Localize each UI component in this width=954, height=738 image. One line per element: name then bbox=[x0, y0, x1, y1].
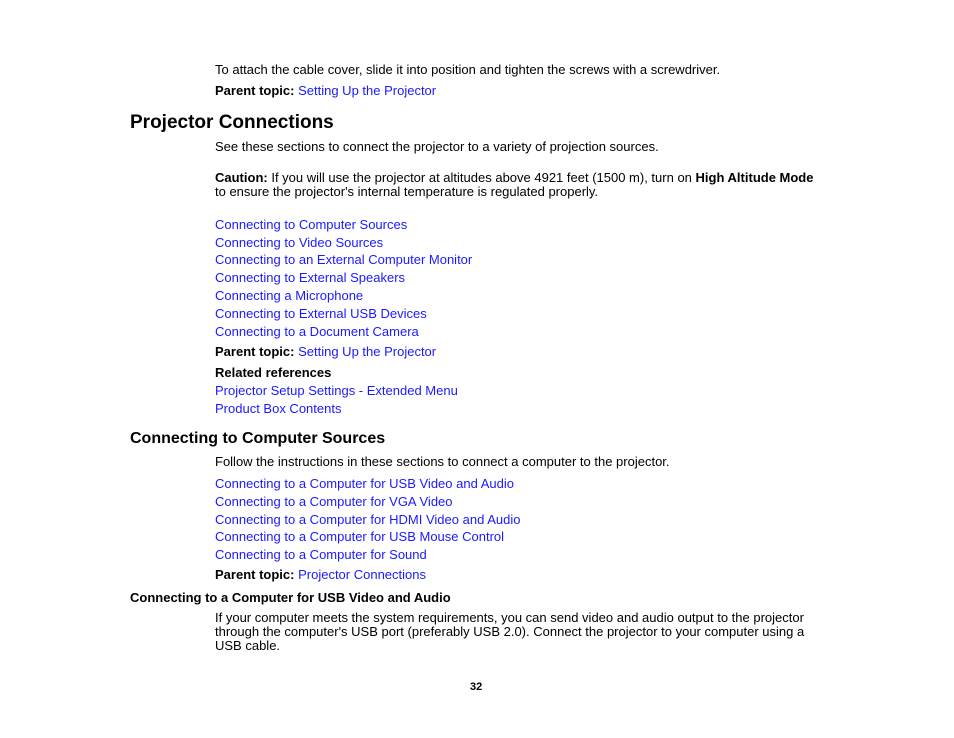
projector-connections-parent-topic: Parent topic: Setting Up the Projector bbox=[215, 345, 436, 359]
usb-paragraph-line-2: through the computer's USB port (prefera… bbox=[215, 624, 805, 639]
link-sound[interactable]: Connecting to a Computer for Sound bbox=[215, 547, 427, 562]
link-usb-mouse-control[interactable]: Connecting to a Computer for USB Mouse C… bbox=[215, 529, 504, 544]
link-setup-settings-extended[interactable]: Projector Setup Settings - Extended Menu bbox=[215, 384, 458, 398]
usb-paragraph-line-1: If your computer meets the system requir… bbox=[215, 610, 804, 625]
caution-line-2: to ensure the projector's internal tempe… bbox=[215, 184, 599, 199]
parent-topic-label: Parent topic: bbox=[215, 344, 295, 359]
link-hdmi-video-audio[interactable]: Connecting to a Computer for HDMI Video … bbox=[215, 512, 520, 527]
link-external-monitor[interactable]: Connecting to an External Computer Monit… bbox=[215, 252, 472, 267]
link-computer-sources[interactable]: Connecting to Computer Sources bbox=[215, 217, 407, 232]
page-number: 32 bbox=[470, 681, 483, 693]
computer-sources-description: Follow the instructions in these section… bbox=[215, 454, 670, 469]
link-microphone[interactable]: Connecting a Microphone bbox=[215, 288, 363, 303]
intro-parent-topic: Parent topic: Setting Up the Projector bbox=[215, 84, 436, 98]
parent-topic-link[interactable]: Setting Up the Projector bbox=[298, 344, 436, 359]
related-references-label: Related references bbox=[215, 365, 332, 380]
caution-line-1: Caution: If you will use the projector a… bbox=[215, 171, 813, 185]
section-heading-projector-connections: Projector Connections bbox=[130, 112, 334, 133]
computer-sources-parent-topic: Parent topic: Projector Connections bbox=[215, 568, 426, 582]
caution-label: Caution: bbox=[215, 170, 268, 185]
parent-topic-label: Parent topic: bbox=[215, 83, 295, 98]
parent-topic-label: Parent topic: bbox=[215, 567, 295, 582]
caution-setting-name: High Altitude Mode bbox=[695, 170, 814, 185]
link-usb-video-audio[interactable]: Connecting to a Computer for USB Video a… bbox=[215, 476, 514, 491]
caution-text: If you will use the projector at altitud… bbox=[267, 170, 696, 185]
section-description: See these sections to connect the projec… bbox=[215, 139, 659, 154]
section-heading-computer-sources: Connecting to Computer Sources bbox=[130, 430, 386, 447]
link-document-camera[interactable]: Connecting to a Document Camera bbox=[215, 324, 419, 339]
usb-paragraph-line-3: USB cable. bbox=[215, 638, 281, 653]
section-heading-usb-video-audio: Connecting to a Computer for USB Video a… bbox=[130, 590, 451, 605]
intro-text: To attach the cable cover, slide it into… bbox=[215, 62, 721, 77]
parent-topic-link[interactable]: Setting Up the Projector bbox=[298, 83, 436, 98]
link-external-speakers[interactable]: Connecting to External Speakers bbox=[215, 270, 405, 285]
link-product-box-contents[interactable]: Product Box Contents bbox=[215, 402, 341, 416]
link-usb-devices[interactable]: Connecting to External USB Devices bbox=[215, 306, 427, 321]
link-vga-video[interactable]: Connecting to a Computer for VGA Video bbox=[215, 494, 453, 509]
link-video-sources[interactable]: Connecting to Video Sources bbox=[215, 235, 383, 250]
parent-topic-link[interactable]: Projector Connections bbox=[298, 567, 426, 582]
